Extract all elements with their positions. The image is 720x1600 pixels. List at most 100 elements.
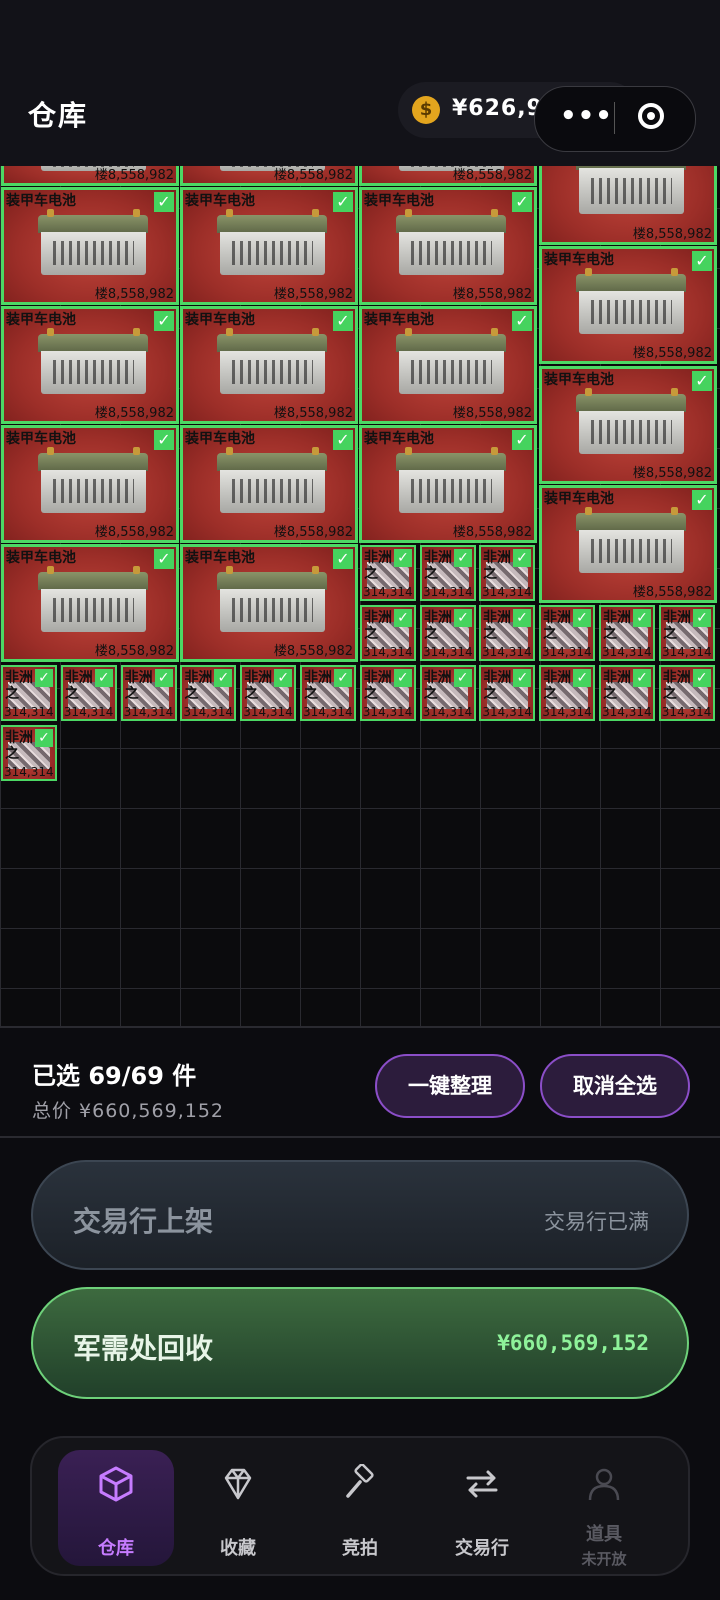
divider — [0, 1136, 720, 1138]
inventory-item[interactable]: 装甲车电池楼8,558,982 — [359, 166, 537, 186]
crate-lid — [38, 214, 149, 233]
inventory-item[interactable]: 非洲之 314,314 ✓ — [120, 665, 177, 721]
battery-crate-image — [396, 446, 507, 514]
item-price: 314,314 — [4, 705, 54, 719]
close-target-icon[interactable] — [638, 103, 664, 129]
inventory-item[interactable]: 非洲之 314,314 ✓ — [1, 725, 57, 781]
inventory-item[interactable]: 装甲车电池 楼8,558,982 ✓ — [539, 485, 717, 603]
inventory-item[interactable]: 非洲之 314,314 ✓ — [180, 665, 237, 721]
selected-check-icon: ✓ — [692, 669, 711, 687]
inventory-item[interactable]: 非洲之 314,314 ✓ — [359, 665, 416, 721]
nav-warehouse[interactable]: 仓库 — [58, 1450, 174, 1566]
crate-body — [219, 231, 326, 276]
inventory-item[interactable]: 非洲之 314,314 ✓ — [240, 665, 297, 721]
market-full-status: 交易行已满 — [544, 1210, 649, 1234]
selected-check-icon: ✓ — [513, 669, 532, 687]
item-price: 314,314 — [422, 705, 473, 719]
inventory-item[interactable]: 非洲之 314,314 ✓ — [420, 605, 476, 661]
market-listing-label: 交易行上架 — [73, 1205, 214, 1238]
battery-crate-image — [38, 208, 149, 276]
item-price: 314,314 — [482, 645, 532, 659]
crate-lid — [576, 273, 687, 292]
deselect-all-button[interactable]: 取消全选 — [540, 1054, 690, 1118]
inventory-item[interactable]: 非洲之 314,314 ✓ — [60, 665, 117, 721]
nav-auction[interactable]: 竞拍 — [302, 1450, 418, 1566]
item-price: 楼8,558,982 — [452, 168, 532, 183]
battery-crate-image — [396, 208, 507, 276]
inventory-item[interactable]: 装甲车电池 楼8,558,982 ✓ — [359, 425, 537, 543]
item-name: 之 — [424, 566, 438, 582]
item-name: 装甲车电池 — [364, 312, 434, 328]
item-price: 楼8,558,982 — [273, 287, 353, 302]
inventory-item[interactable]: 非洲之 314,314 ✓ — [360, 545, 416, 601]
inventory-item[interactable]: 非洲之 314,314 ✓ — [479, 665, 536, 721]
more-menu-button[interactable]: ••• — [560, 101, 613, 131]
inventory-item[interactable]: 非洲之 314,314 ✓ — [599, 605, 655, 661]
inventory-item[interactable]: 装甲车电池 楼8,558,982 ✓ — [359, 187, 537, 305]
item-name: 之 — [364, 626, 378, 642]
selected-check-icon: ✓ — [94, 669, 113, 687]
item-price: 314,314 — [423, 645, 473, 659]
inventory-item[interactable]: 装甲车电池 楼8,558,982 ✓ — [180, 425, 358, 543]
inventory-item[interactable]: 装甲车电池 楼8,558,982 ✓ — [180, 544, 358, 662]
item-price: 314,314 — [243, 705, 293, 719]
inventory-item[interactable]: 装甲车电池 楼8,558,982 ✓ — [359, 306, 537, 424]
inventory-item[interactable]: 装甲车电池 楼8,558,982 ✓ — [1, 306, 179, 424]
selected-check-icon: ✓ — [633, 609, 651, 627]
inventory-item[interactable]: 非洲之 314,314 ✓ — [479, 545, 535, 601]
inventory-item[interactable]: 非洲之 314,314 ✓ — [539, 605, 595, 661]
inventory-item[interactable]: 非洲之 314,314 ✓ — [419, 665, 476, 721]
nav-market[interactable]: 交易行 — [424, 1450, 540, 1566]
item-name: 之 — [603, 686, 617, 702]
item-name: 之 — [124, 686, 139, 702]
item-name: 之 — [364, 566, 378, 582]
recycle-value: ¥660,569,152 — [497, 1331, 649, 1355]
divider — [0, 1026, 720, 1028]
organize-button[interactable]: 一键整理 — [375, 1054, 525, 1118]
crate-body — [40, 350, 147, 395]
selected-check-icon: ✓ — [573, 609, 591, 627]
crate-body — [398, 350, 505, 395]
crate-body — [219, 588, 326, 633]
inventory-item[interactable]: 非洲之 314,314 ✓ — [360, 605, 416, 661]
inventory-item[interactable]: 非洲之 314,314 ✓ — [479, 605, 535, 661]
inventory-item[interactable]: 非洲之 314,314 ✓ — [539, 665, 596, 721]
selected-check-icon: ✓ — [333, 311, 353, 331]
inventory-item[interactable]: 装甲车电池 楼8,558,982 ✓ — [1, 425, 179, 543]
battery-crate-image — [576, 166, 687, 214]
inventory-item[interactable]: 非洲之 314,314 ✓ — [659, 605, 715, 661]
inventory-item[interactable]: 非洲之 314,314 ✓ — [658, 665, 715, 721]
inventory-item[interactable]: 装甲车电池楼8,558,982 — [1, 166, 179, 186]
inventory-item[interactable]: 非洲之 314,314 ✓ — [420, 545, 476, 601]
item-price: 楼8,558,982 — [94, 525, 174, 540]
item-price: 314,314 — [363, 585, 413, 599]
crate-lid — [217, 571, 328, 590]
selected-check-icon: ✓ — [512, 430, 532, 450]
inventory-item[interactable]: 非洲之 314,314 ✓ — [599, 665, 655, 721]
item-price: 314,314 — [661, 705, 712, 719]
inventory-item[interactable]: 非洲之 314,314 ✓ — [1, 665, 57, 721]
inventory-item[interactable]: 装甲车电池楼8,558,982 — [180, 166, 358, 186]
inventory-item[interactable]: 非洲之 314,314 ✓ — [300, 665, 356, 721]
crate-bolt — [671, 267, 678, 277]
inventory-item[interactable]: 装甲车电池 楼8,558,982 ✓ — [539, 246, 717, 364]
item-price: 314,314 — [602, 705, 652, 719]
mini-program-capsule — [534, 86, 696, 152]
item-name: 之 — [423, 686, 438, 702]
crate-lid — [396, 214, 507, 233]
inventory-item[interactable]: 装甲车电池 楼8,558,982 ✓ — [180, 187, 358, 305]
inventory-item[interactable]: 装甲车电池 楼8,558,982 ✓ — [180, 306, 358, 424]
market-listing-button[interactable]: 交易行上架 交易行已满 — [31, 1160, 689, 1270]
inventory-item[interactable]: 装甲车电池 楼8,558,982 ✓ — [1, 544, 179, 662]
nav-favorites[interactable]: 收藏 — [180, 1450, 296, 1566]
crate-lid — [217, 333, 328, 352]
crate-bolt — [133, 565, 140, 575]
item-name: 装甲车电池 — [185, 431, 255, 447]
inventory-item[interactable]: 装甲车电池 楼8,558,982 ✓ — [1, 187, 179, 305]
item-price: 314,314 — [4, 765, 54, 779]
inventory-item[interactable]: 装甲车电池楼8,558,982 — [539, 166, 717, 245]
item-name: 装甲车电池 — [185, 193, 255, 209]
inventory-item[interactable]: 装甲车电池 楼8,558,982 ✓ — [539, 366, 717, 484]
recycle-button[interactable]: 军需处回收 ¥660,569,152 — [31, 1287, 689, 1399]
item-price: 楼8,558,982 — [632, 466, 712, 481]
